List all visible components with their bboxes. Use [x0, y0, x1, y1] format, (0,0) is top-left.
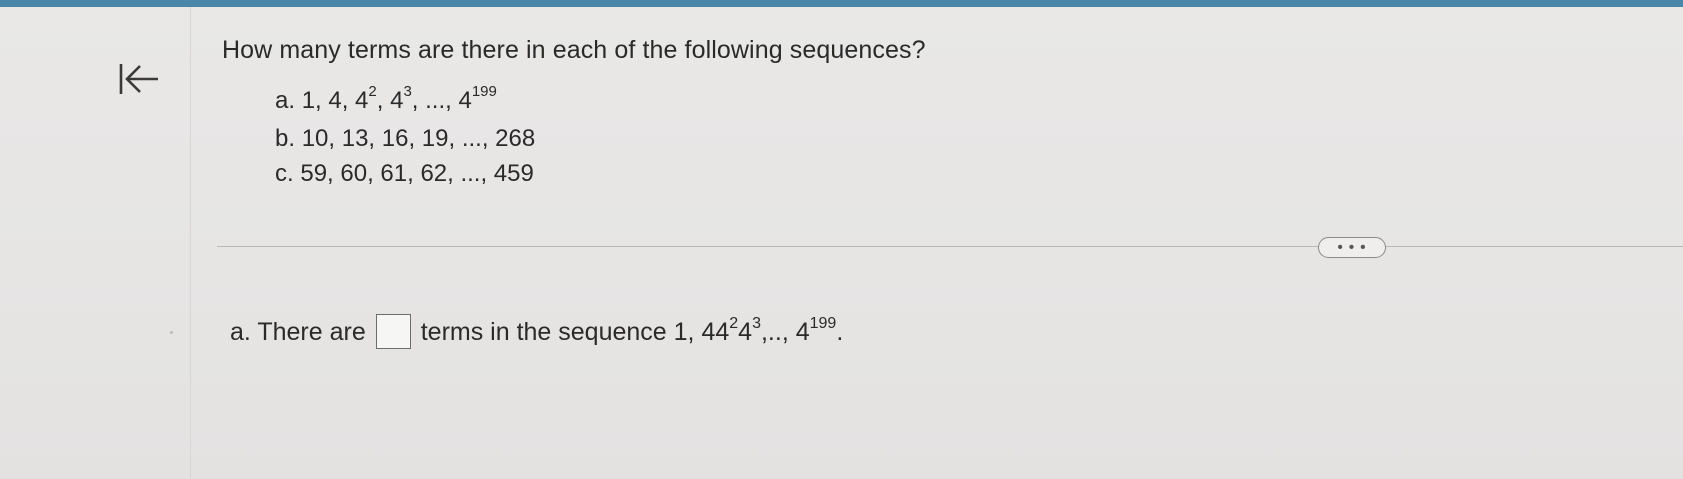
exponent: 3	[403, 83, 412, 100]
sequence-item-c: c. 59, 60, 61, 62, ..., 459	[275, 160, 534, 188]
back-to-start-button[interactable]	[118, 60, 174, 100]
question-title: How many terms are there in each of the …	[222, 36, 926, 64]
answer-suffix: terms in the sequence 1, 4	[420, 318, 716, 346]
top-accent-bar	[0, 0, 1683, 7]
sequence-item-b: b. 10, 13, 16, 19, ..., 268	[275, 125, 535, 153]
sequence-text: 10, 13, 16, 19, ..., 268	[301, 125, 536, 152]
sequence-text: 59, 60, 61, 62, ..., 459	[300, 160, 534, 187]
answer-text: 4	[715, 318, 730, 346]
answer-input-box[interactable]	[375, 314, 411, 349]
left-panel-divider	[190, 7, 191, 479]
exponent: 2	[729, 315, 739, 332]
exponent: 2	[368, 83, 377, 100]
section-divider	[217, 246, 1683, 247]
sequence-item-a: a. 1, 4, 42, 43, ..., 4199	[275, 83, 497, 115]
answer-line: a. There are terms in the sequence 1, 44…	[230, 314, 844, 353]
exponent: 199	[809, 315, 837, 332]
back-to-start-arrow-icon	[119, 64, 158, 94]
margin-dot	[170, 331, 173, 334]
sequence-label: a.	[275, 87, 296, 114]
exponent: 199	[471, 83, 497, 100]
more-options-button[interactable]: • • •	[1318, 237, 1386, 258]
sequence-text: , ..., 4	[411, 87, 472, 114]
answer-text: 4	[738, 318, 753, 346]
answer-text: .	[836, 318, 844, 346]
sequence-text: , 4	[376, 87, 404, 114]
answer-text: ,.., 4	[760, 318, 810, 346]
sequence-label: b.	[275, 125, 296, 152]
answer-prefix: a. There are	[230, 318, 366, 346]
sequence-text: 1, 4, 4	[301, 87, 369, 114]
exponent: 3	[752, 315, 761, 332]
sequence-label: c.	[275, 160, 294, 187]
